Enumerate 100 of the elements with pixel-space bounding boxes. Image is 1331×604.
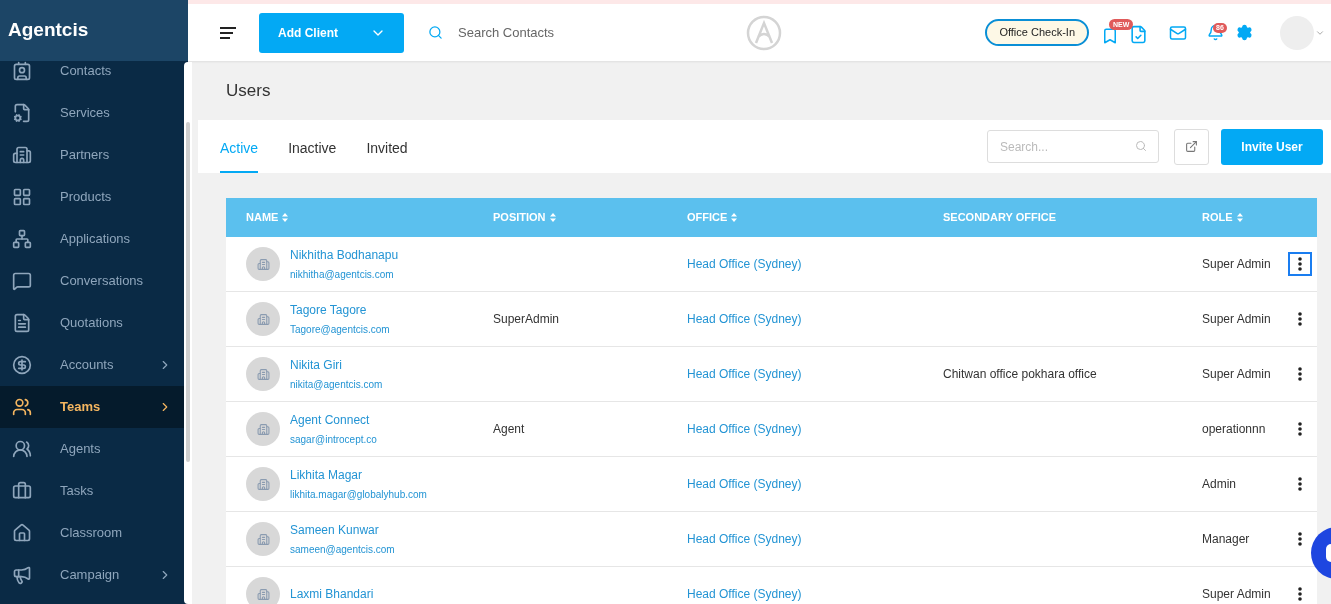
bookmark-icon[interactable] <box>1101 26 1119 45</box>
role-cell: operationnn <box>1202 422 1266 436</box>
building-icon <box>256 532 270 546</box>
role-cell: Admin <box>1202 477 1236 491</box>
office-link[interactable]: Head Office (Sydney) <box>687 257 802 271</box>
dollar-icon <box>12 355 32 375</box>
search-field[interactable]: Search Contacts <box>458 22 658 43</box>
group-icon <box>12 439 32 459</box>
position-cell: Agent <box>493 422 525 436</box>
sort-icon <box>549 213 556 222</box>
column-header[interactable]: SECONDARY OFFICE <box>923 209 1182 226</box>
user-name-link[interactable]: Laxmi Bhandari <box>290 585 374 603</box>
id-badge-icon <box>12 61 32 81</box>
add-client-button[interactable]: Add Client <box>259 12 370 53</box>
invite-user-button[interactable]: Invite User <box>1221 128 1323 165</box>
more-icon <box>1297 312 1302 326</box>
user-name-link[interactable]: Sameen Kunwar <box>290 521 395 539</box>
role-cell: Super Admin <box>1202 257 1271 271</box>
more-icon <box>1297 367 1302 381</box>
tab[interactable]: Active <box>220 120 259 173</box>
megaphone-icon <box>12 565 32 585</box>
mail-icon[interactable] <box>1169 23 1187 42</box>
external-link-icon <box>1185 140 1198 153</box>
building-icon <box>256 312 270 326</box>
more-icon <box>1297 422 1302 436</box>
briefcase-icon <box>12 481 32 501</box>
building-icon <box>256 257 270 271</box>
user-name-link[interactable]: Agent Connect <box>290 411 377 429</box>
office-check-in-button[interactable]: Office Check-In <box>985 19 1089 46</box>
sidebar-item[interactable]: Services <box>0 92 188 134</box>
sidebar-item[interactable]: Conversations <box>0 260 188 302</box>
office-link[interactable]: Head Office (Sydney) <box>687 587 802 601</box>
sidebar-item[interactable]: Contacts <box>0 61 188 92</box>
building-icon <box>256 587 270 601</box>
column-header[interactable]: OFFICE <box>667 209 923 226</box>
settings-icon[interactable] <box>1236 24 1253 41</box>
building-icon <box>12 145 32 165</box>
sort-icon <box>282 213 289 222</box>
user-email-link[interactable]: nikita@agentcis.com <box>290 377 383 392</box>
office-link[interactable]: Head Office (Sydney) <box>687 477 802 491</box>
secondary-office-cell: Chitwan office pokhara office <box>943 367 1097 381</box>
building-icon <box>256 477 270 491</box>
office-link[interactable]: Head Office (Sydney) <box>687 532 802 546</box>
role-cell: Manager <box>1202 532 1250 546</box>
position-cell: SuperAdmin <box>493 312 560 326</box>
user-email-link[interactable]: Tagore@agentcis.com <box>290 322 390 337</box>
sidebar-item[interactable]: Accounts <box>0 344 188 386</box>
bell-icon[interactable] <box>1207 24 1224 41</box>
role-cell: Super Admin <box>1202 587 1271 601</box>
user-email-link[interactable]: likhita.magar@globalyhub.com <box>290 487 427 502</box>
column-header[interactable]: NAME <box>226 209 473 226</box>
user-name-link[interactable]: Nikhitha Bodhanapu <box>290 246 399 264</box>
sort-icon <box>1236 213 1243 222</box>
brand-logo-text[interactable]: Agentcis <box>8 16 89 45</box>
sort-icon <box>731 213 738 222</box>
user-name-link[interactable]: Likhita Magar <box>290 466 427 484</box>
user-search-field[interactable]: Search... <box>987 130 1159 163</box>
office-link[interactable]: Head Office (Sydney) <box>687 367 802 381</box>
menu-icon[interactable] <box>220 26 236 39</box>
more-icon <box>1297 257 1302 271</box>
page-title: Users <box>226 79 271 102</box>
user-name-link[interactable]: Tagore Tagore <box>290 301 390 319</box>
user-email-link[interactable]: nikhitha@agentcis.com <box>290 267 399 282</box>
more-icon <box>1297 587 1302 601</box>
role-cell: Super Admin <box>1202 312 1271 326</box>
tiles-icon <box>12 187 32 207</box>
office-link[interactable]: Head Office (Sydney) <box>687 312 802 326</box>
chat-bubble-icon <box>12 271 32 291</box>
network-icon <box>12 229 32 249</box>
user-email-link[interactable]: sagar@introcept.co <box>290 432 377 447</box>
house-icon <box>12 523 32 543</box>
sidebar-item[interactable]: Tasks <box>0 470 188 512</box>
office-link[interactable]: Head Office (Sydney) <box>687 422 802 436</box>
search-icon <box>428 25 443 40</box>
scrollbar[interactable] <box>184 62 192 604</box>
sidebar-item[interactable]: Classroom <box>0 512 188 554</box>
sidebar-item[interactable]: Products <box>0 176 188 218</box>
user-email-link[interactable]: sameen@agentcis.com <box>290 542 395 557</box>
building-icon <box>256 422 270 436</box>
role-cell: Super Admin <box>1202 367 1271 381</box>
sidebar-item[interactable]: Campaign <box>0 554 188 596</box>
tab[interactable]: Invited <box>366 120 408 173</box>
export-button[interactable] <box>1174 128 1209 165</box>
tab[interactable]: Inactive <box>288 120 337 173</box>
column-header[interactable]: POSITION <box>473 209 667 226</box>
more-icon <box>1297 477 1302 491</box>
logo-icon <box>746 14 782 51</box>
document-gear-icon <box>12 103 32 123</box>
people-icon <box>12 397 32 417</box>
user-name-link[interactable]: Nikita Giri <box>290 356 383 374</box>
column-header[interactable]: ROLE <box>1182 209 1282 226</box>
document-icon <box>12 313 32 333</box>
search-icon <box>1135 140 1147 152</box>
checklist-document-icon[interactable] <box>1129 25 1148 44</box>
more-icon <box>1297 532 1302 546</box>
sidebar-item[interactable]: Quotations <box>0 302 188 344</box>
sidebar-item[interactable]: Agents <box>0 428 188 470</box>
building-icon <box>256 367 270 381</box>
sidebar-item[interactable]: Partners <box>0 134 188 176</box>
sidebar-item[interactable]: Applications <box>0 218 188 260</box>
